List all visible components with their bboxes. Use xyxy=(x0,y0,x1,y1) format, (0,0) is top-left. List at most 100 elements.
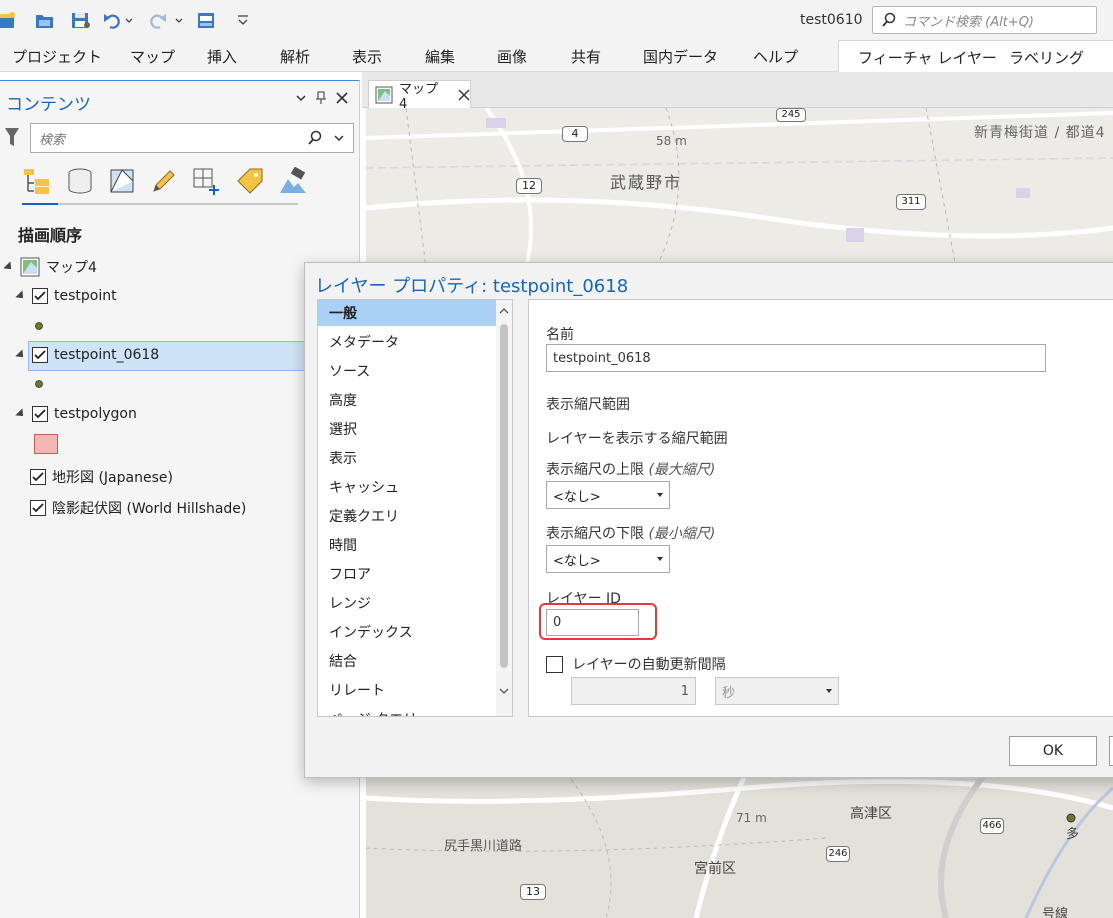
undo-icon[interactable] xyxy=(102,9,134,31)
tab-view[interactable]: 表示 xyxy=(352,46,382,67)
layer-row-testpoint[interactable]: testpoint xyxy=(15,288,117,304)
nav-item-source[interactable]: ソース xyxy=(318,358,496,384)
nav-item-indexes[interactable]: インデックス xyxy=(318,619,496,645)
map-label-road: 尻手黒川道路 xyxy=(444,839,523,854)
list-by-editing-icon[interactable] xyxy=(150,167,178,195)
scrollbar-thumb[interactable] xyxy=(500,324,508,668)
nav-item-definition-query[interactable]: 定義クエリ xyxy=(318,503,496,529)
map-node[interactable]: マップ4 xyxy=(3,257,97,277)
tab-analysis[interactable]: 解析 xyxy=(280,46,310,67)
nav-list-scrollbar[interactable] xyxy=(496,300,512,716)
tab-insert[interactable]: 挿入 xyxy=(207,46,237,67)
tab-map[interactable]: マップ xyxy=(130,46,175,67)
checkmark-icon xyxy=(32,472,44,482)
tab-project[interactable]: プロジェクト xyxy=(12,46,102,67)
point-symbol-icon[interactable] xyxy=(34,379,44,389)
map-icon xyxy=(20,257,40,277)
route-shield: 4 xyxy=(562,126,588,142)
list-by-drawing-order-icon[interactable] xyxy=(22,167,52,195)
max-scale-select[interactable]: <なし> xyxy=(546,481,670,509)
layer-visibility-checkbox[interactable] xyxy=(32,288,48,304)
refresh-unit-select[interactable]: 秒 xyxy=(715,677,839,705)
open-project-icon[interactable] xyxy=(34,9,56,31)
map-icon xyxy=(375,86,393,104)
dropdown-caret-icon xyxy=(826,689,832,693)
nav-item-range[interactable]: レンジ xyxy=(318,590,496,616)
nav-item-floor[interactable]: フロア xyxy=(318,561,496,587)
layer-name-input[interactable]: testpoint_0618 xyxy=(546,344,1046,372)
layer-row-topographic[interactable]: 地形図 (Japanese) xyxy=(30,467,173,487)
print-layout-icon[interactable] xyxy=(196,9,218,31)
map-label-road: 新青梅街道 / 都道4 xyxy=(974,125,1106,141)
expand-triangle-icon[interactable] xyxy=(3,261,15,273)
layer-visibility-checkbox[interactable] xyxy=(30,469,46,485)
name-label: 名前 xyxy=(546,327,574,343)
layer-name-label: 陰影起伏図 (World Hillshade) xyxy=(52,501,247,517)
nav-item-display[interactable]: 表示 xyxy=(318,445,496,471)
list-by-source-icon[interactable] xyxy=(66,167,94,195)
layer-row-testpolygon[interactable]: testpolygon xyxy=(15,406,137,422)
contextual-tab-group: フィーチャ レイヤー ラベリング xyxy=(838,40,1113,72)
nav-item-cache[interactable]: キャッシュ xyxy=(318,474,496,500)
drawing-order-heading: 描画順序 xyxy=(18,226,83,245)
close-pane-icon[interactable] xyxy=(335,91,349,105)
expand-triangle-icon[interactable] xyxy=(15,408,27,420)
layer-visibility-checkbox[interactable] xyxy=(32,406,48,422)
tab-imagery[interactable]: 画像 xyxy=(497,46,527,67)
filter-icon[interactable] xyxy=(4,126,20,148)
cancel-button-partial[interactable] xyxy=(1109,736,1113,766)
scroll-down-icon[interactable] xyxy=(496,684,512,698)
nav-item-selection[interactable]: 選択 xyxy=(318,416,496,442)
list-by-labeling-icon[interactable] xyxy=(236,167,264,195)
general-properties-panel: 名前 testpoint_0618 表示縮尺範囲 レイヤーを表示する縮尺範囲 表… xyxy=(528,299,1113,717)
nav-item-general[interactable]: 一般 xyxy=(318,300,496,326)
pane-options-chevron-icon[interactable] xyxy=(295,92,307,104)
contents-search-input[interactable]: 検索 xyxy=(30,123,354,153)
nav-item-elevation[interactable]: 高度 xyxy=(318,387,496,413)
min-scale-label: 表示縮尺の下限 (最小縮尺) xyxy=(546,523,715,543)
nav-item-metadata[interactable]: メタデータ xyxy=(318,329,496,355)
checkmark-icon xyxy=(34,409,46,419)
map-view-tab[interactable]: マップ4 xyxy=(368,80,471,112)
command-search-input[interactable]: コマンド検索 (Alt+Q) xyxy=(872,6,1097,34)
expand-triangle-icon[interactable] xyxy=(15,349,27,361)
redo-icon[interactable] xyxy=(144,9,186,31)
list-by-snapping-icon[interactable] xyxy=(192,167,222,195)
tab-feature-layer[interactable]: フィーチャ レイヤー xyxy=(858,47,997,68)
checkmark-icon xyxy=(32,503,44,513)
refresh-interval-input[interactable]: 1 xyxy=(571,677,696,705)
properties-nav-list: 一般 メタデータ ソース 高度 選択 表示 キャッシュ 定義クエリ 時間 フロア… xyxy=(317,299,513,717)
close-tab-icon[interactable] xyxy=(458,89,470,101)
expand-triangle-icon[interactable] xyxy=(15,290,27,302)
list-by-selection-icon[interactable] xyxy=(108,167,136,195)
nav-item-relates[interactable]: リレート xyxy=(318,677,496,703)
ok-button[interactable]: OK xyxy=(1009,736,1097,766)
route-shield: 466 xyxy=(980,818,1004,834)
tab-labeling[interactable]: ラベリング xyxy=(1009,47,1084,68)
tab-help[interactable]: ヘルプ xyxy=(753,46,798,67)
new-project-icon[interactable] xyxy=(0,9,18,31)
list-by-perspective-imagery-icon[interactable] xyxy=(278,167,308,195)
map-name-label: マップ4 xyxy=(46,260,97,276)
tab-domestic-data[interactable]: 国内データ xyxy=(643,46,718,67)
layer-visibility-checkbox[interactable] xyxy=(32,347,48,363)
nav-item-joins[interactable]: 結合 xyxy=(318,648,496,674)
tab-share[interactable]: 共有 xyxy=(571,46,601,67)
auto-hide-pin-icon[interactable] xyxy=(315,91,327,105)
dropdown-caret-icon xyxy=(657,493,663,497)
scroll-up-icon[interactable] xyxy=(496,304,512,318)
point-symbol-icon[interactable] xyxy=(34,321,44,331)
search-options-chevron-icon[interactable] xyxy=(333,132,345,144)
nav-item-page-query[interactable]: ページ クエリ xyxy=(318,706,496,716)
layer-visibility-checkbox[interactable] xyxy=(30,500,46,516)
polygon-symbol-icon[interactable] xyxy=(34,434,58,454)
layer-row-hillshade[interactable]: 陰影起伏図 (World Hillshade) xyxy=(30,498,246,518)
min-scale-select[interactable]: <なし> xyxy=(546,545,670,573)
auto-refresh-checkbox[interactable] xyxy=(546,655,563,673)
customize-quick-access-icon[interactable] xyxy=(236,9,250,31)
nav-item-time[interactable]: 時間 xyxy=(318,532,496,558)
layer-row-testpoint-0618[interactable]: testpoint_0618 xyxy=(15,347,159,363)
document-title: test0610 xyxy=(800,12,863,28)
tab-edit[interactable]: 編集 xyxy=(425,46,455,67)
save-project-icon[interactable] xyxy=(70,9,92,31)
